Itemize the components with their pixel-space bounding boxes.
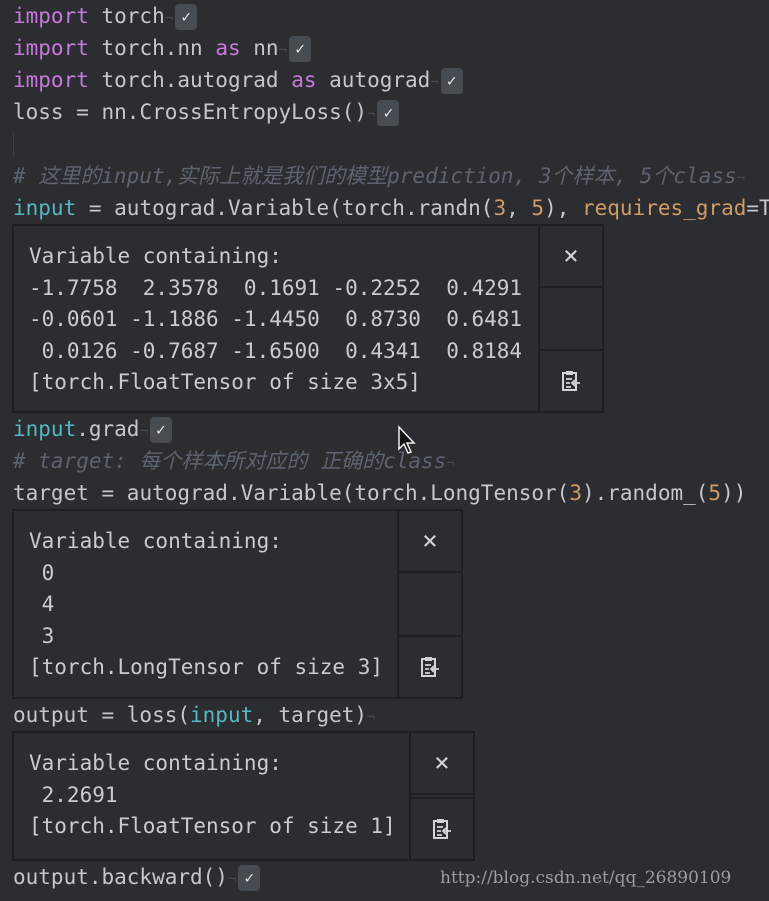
code-token: ), (544, 196, 582, 220)
code-token: as (291, 68, 317, 92)
end-of-line-marker: ¬ (278, 43, 288, 59)
output-actions: × (409, 733, 473, 859)
end-of-line-marker: ¬ (227, 872, 237, 888)
code-token: as (215, 36, 241, 60)
code-token: , target) (253, 703, 368, 727)
code-token: target = (13, 481, 127, 505)
mouse-pointer-icon (398, 425, 416, 454)
code-line[interactable]: input = autograd.Variable(torch.randn(3,… (13, 192, 769, 224)
code-token: input (190, 703, 254, 727)
output-text: Variable containing: 2.2691 [torch.FloatT… (14, 733, 473, 843)
output-line: [torch.FloatTensor of size 1] (29, 814, 396, 838)
code-token: nn.CrossEntropyLoss() (101, 100, 368, 124)
run-success-check-icon: ✓ (175, 4, 198, 30)
run-success-check-icon: ✓ (238, 865, 261, 891)
code-token: loss = (13, 100, 102, 124)
run-success-check-icon: ✓ (149, 417, 172, 443)
code-comment: # 这里的input,实际上就是我们的模型prediction, 3个样本, 5… (13, 164, 737, 188)
end-of-line-marker: ¬ (430, 75, 439, 91)
code-token: autograd (329, 68, 431, 92)
end-of-line-marker: ¬ (139, 424, 148, 440)
code-token: nn (253, 36, 279, 60)
output-line: [torch.FloatTensor of size 3x5] (29, 370, 421, 394)
output-line: Variable containing: (29, 751, 282, 775)
end-of-line-marker: ¬ (367, 710, 376, 726)
code-token: , (506, 196, 532, 220)
end-of-line-marker: ¬ (164, 11, 174, 27)
code-line[interactable]: # target: 每个样本所对应的 正确的class¬ (13, 445, 769, 477)
code-line[interactable] (13, 128, 769, 160)
code-token: ).random_( (581, 481, 709, 505)
code-line[interactable]: import torch.nn as nn¬ ✓ (13, 32, 769, 64)
output-line: 2.2691 (29, 782, 118, 807)
code-line[interactable]: import torch.autograd as autograd¬ ✓ (13, 64, 769, 96)
code-token: output = loss( (13, 703, 191, 727)
indent-guide (13, 133, 14, 157)
code-token: autograd.Variable(torch.randn( (114, 196, 494, 220)
code-line[interactable]: output = loss(input, target)¬ (13, 699, 769, 731)
output-text: Variable containing: -1.7758 2.3578 0.169… (14, 226, 602, 399)
output-result-panel: Variable containing: -1.7758 2.3578 0.169… (12, 224, 604, 413)
output-line: 0.0126 -0.7687 -1.6500 0.4341 0.8184 (29, 338, 523, 363)
output-result-panel: Variable containing: 0 4 3 [torch.LongTen… (12, 509, 463, 699)
close-output-button[interactable]: × (540, 226, 602, 288)
code-line[interactable]: input.grad¬ ✓ (13, 413, 769, 445)
code-token: 5 (708, 481, 722, 505)
code-line[interactable]: # 这里的input,实际上就是我们的模型prediction, 3个样本, 5… (13, 160, 769, 192)
output-actions: × (397, 511, 461, 697)
code-token: .grad (76, 417, 140, 441)
code-token: 3 (493, 196, 507, 220)
close-output-button[interactable]: × (411, 733, 473, 795)
clipboard-icon (562, 371, 580, 391)
end-of-line-marker: ¬ (736, 171, 746, 187)
output-result-panel: Variable containing: 2.2691 [torch.FloatT… (12, 731, 475, 861)
code-editor[interactable]: import torch¬ ✓ import torch.nn as nn¬ ✓ imp… (12, 0, 769, 893)
code-token: (torch.LongTensor( (341, 481, 570, 505)
close-output-button[interactable]: × (399, 511, 461, 573)
code-token: import (13, 36, 89, 60)
code-token: = (76, 196, 115, 220)
code-line[interactable]: target = autograd.Variable(torch.LongTen… (13, 477, 769, 509)
code-token: 5 (531, 196, 545, 220)
output-text: Variable containing: 0 4 3 [torch.LongTen… (14, 511, 461, 684)
watermark: http://blog.csdn.net/qq_26890109 (440, 868, 732, 888)
code-token: import (13, 4, 89, 28)
run-success-check-icon: ✓ (289, 36, 312, 62)
code-token: autograd.Variable (126, 481, 342, 505)
code-token: input (13, 196, 77, 220)
code-token: torch.autograd (101, 68, 279, 92)
copy-output-button[interactable] (399, 635, 461, 697)
output-line: -0.0601 -1.1886 -1.4450 0.8730 0.6481 (29, 307, 523, 331)
code-token: 3 (569, 481, 582, 505)
code-token: import (13, 68, 89, 92)
code-token: =T (746, 196, 769, 220)
end-of-line-marker: ¬ (367, 107, 376, 123)
code-token: requires_grad (582, 196, 747, 220)
code-token: output.backward() (13, 865, 228, 889)
clipboard-icon (433, 819, 451, 839)
copy-output-button[interactable] (540, 349, 602, 411)
run-success-check-icon: ✓ (440, 68, 463, 94)
run-success-check-icon: ✓ (377, 100, 400, 126)
clipboard-icon (421, 657, 439, 677)
code-token: )) (721, 481, 747, 505)
output-line: Variable containing: (29, 244, 282, 268)
code-comment: # target: 每个样本所对应的 正确的class (13, 449, 447, 473)
output-line: -1.7758 2.3578 0.1691 -0.2252 0.4291 (29, 275, 523, 300)
output-actions: × (538, 226, 602, 411)
code-token: input (13, 417, 77, 441)
end-of-line-marker: ¬ (446, 456, 455, 472)
copy-output-button[interactable] (411, 797, 473, 859)
code-token: torch.nn (101, 36, 203, 60)
code-line[interactable]: import torch¬ ✓ (13, 0, 769, 32)
code-token: torch (88, 4, 165, 28)
code-line[interactable]: loss = nn.CrossEntropyLoss()¬ ✓ (13, 96, 769, 128)
